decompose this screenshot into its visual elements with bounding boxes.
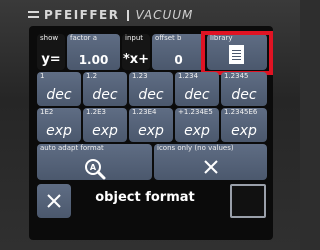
- input-label: input: [125, 34, 144, 42]
- exp-button-1[interactable]: 1E2 exp: [37, 108, 81, 142]
- dec-button-4[interactable]: 1.234 dec: [175, 72, 219, 106]
- offset-b-field[interactable]: offset b 0: [152, 34, 205, 70]
- close-icon: [203, 160, 218, 174]
- dec-button-value: dec: [184, 87, 210, 103]
- dec-button-3[interactable]: 1.23 dec: [129, 72, 173, 106]
- show-field[interactable]: show y=: [37, 34, 65, 70]
- brand-name: PFEIFFER: [44, 8, 120, 22]
- exp-button-value: exp: [92, 123, 118, 139]
- auto-adapt-label: auto adapt format: [40, 144, 104, 152]
- exp-button-5[interactable]: 1.2345E6 exp: [221, 108, 267, 142]
- pfeiffer-logo-icon: [28, 9, 41, 21]
- exp-button-label: 1.2345E6: [224, 108, 258, 116]
- dec-button-label: 1: [40, 72, 45, 80]
- dec-button-1[interactable]: 1 dec: [37, 72, 81, 106]
- exp-button-label: 1.2E3: [86, 108, 107, 116]
- screen-title: object format: [95, 190, 195, 205]
- dec-button-5[interactable]: 1.2345 dec: [221, 72, 267, 106]
- icons-only-button[interactable]: icons only (no values): [154, 144, 267, 180]
- dec-button-label: 1.2345: [224, 72, 249, 80]
- exp-button-3[interactable]: 1.23E4 exp: [129, 108, 173, 142]
- auto-adapt-format-button[interactable]: auto adapt format A: [37, 144, 152, 180]
- exp-button-value: exp: [46, 123, 72, 139]
- exp-button-value: exp: [184, 123, 210, 139]
- svg-text:A: A: [89, 163, 96, 172]
- library-highlight-frame: [201, 31, 273, 75]
- input-value: *x+: [122, 52, 150, 67]
- exp-button-4[interactable]: +1.234E5 exp: [175, 108, 219, 142]
- exp-button-label: 1.23E4: [132, 108, 157, 116]
- dec-button-value: dec: [46, 87, 72, 103]
- show-value: y=: [41, 52, 61, 67]
- dec-button-label: 1.234: [178, 72, 199, 80]
- close-icon: [47, 194, 61, 208]
- brand-product: VACUUM: [135, 8, 194, 22]
- dec-button-value: dec: [138, 87, 164, 103]
- offset-b-value: 0: [174, 53, 183, 67]
- factor-a-label: factor a: [70, 34, 98, 42]
- exp-button-2[interactable]: 1.2E3 exp: [83, 108, 127, 142]
- factor-a-value: 1.00: [78, 53, 109, 67]
- exp-button-label: +1.234E5: [178, 108, 213, 116]
- exp-button-value: exp: [231, 123, 257, 139]
- input-field[interactable]: input *x+: [122, 34, 150, 70]
- exp-button-value: exp: [138, 123, 164, 139]
- dec-button-2[interactable]: 1.2 dec: [83, 72, 127, 106]
- dec-button-label: 1.23: [132, 72, 148, 80]
- factor-a-field[interactable]: factor a 1.00: [67, 34, 120, 70]
- dec-button-label: 1.2: [86, 72, 98, 80]
- brand-logo: PFEIFFER VACUUM: [28, 6, 193, 24]
- offset-b-label: offset b: [155, 34, 182, 42]
- dec-button-value: dec: [92, 87, 118, 103]
- show-label: show: [40, 34, 59, 42]
- confirm-button[interactable]: [230, 184, 266, 218]
- exp-button-label: 1E2: [40, 108, 54, 116]
- dec-button-value: dec: [231, 87, 257, 103]
- icons-only-label: icons only (no values): [157, 144, 234, 152]
- search-icon: A: [84, 159, 105, 180]
- cancel-button[interactable]: [37, 184, 71, 218]
